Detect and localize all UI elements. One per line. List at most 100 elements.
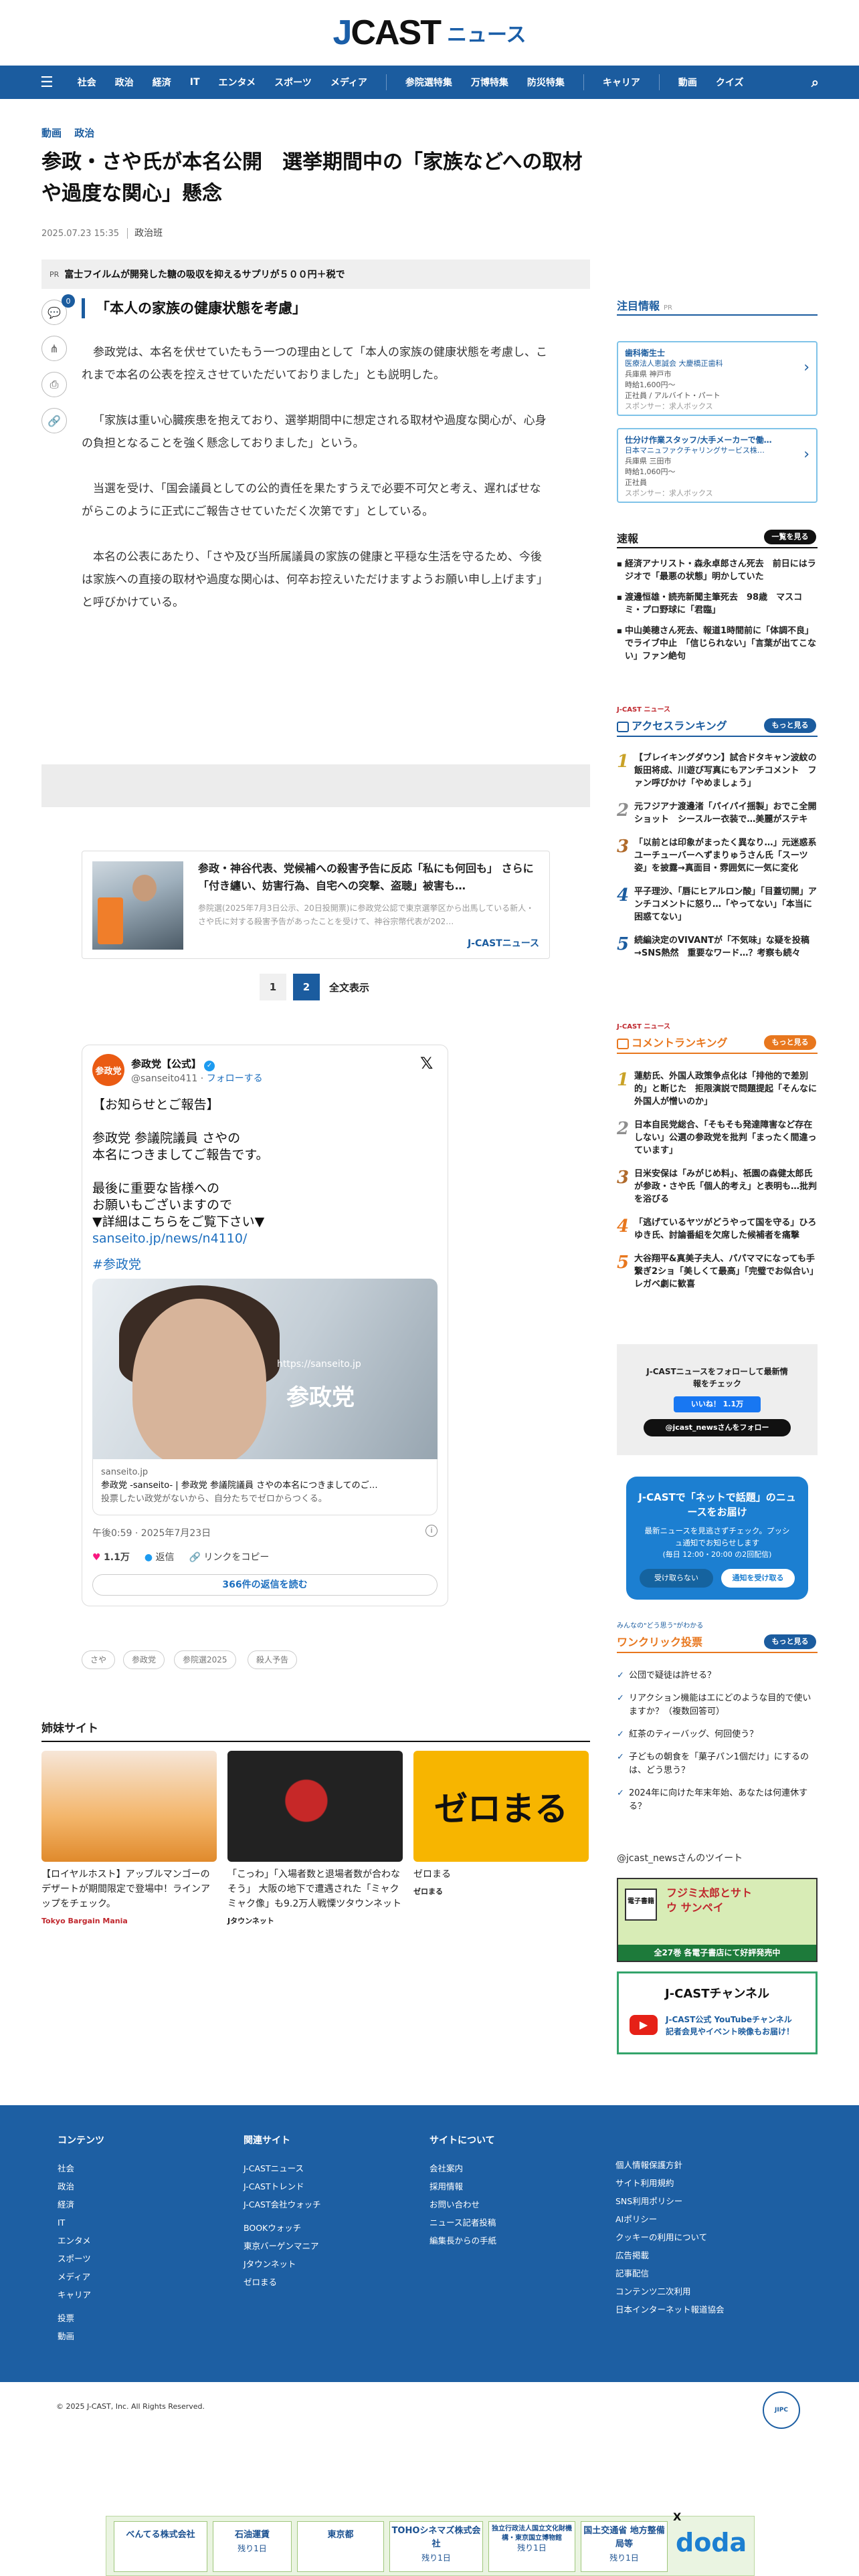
- poll-item[interactable]: 紅茶のティーバッグ、何回使う？: [617, 1728, 818, 1741]
- like-button[interactable]: ♥ 1.1万: [92, 1550, 130, 1564]
- link-icon[interactable]: 🔗: [41, 408, 67, 433]
- footer-link[interactable]: 投票: [58, 2309, 104, 2327]
- ranking-item[interactable]: 2 日本自民党総合、「そもそも発達障害など存在しない」公選の参政党を批判「まったく…: [617, 1119, 818, 1157]
- ad-cell[interactable]: べんてる株式会社: [114, 2521, 207, 2572]
- footer-link[interactable]: クッキーの利用について: [615, 2228, 725, 2246]
- poll-item[interactable]: リアクション機能はエにどのような目的で使いますか？（複数回答可）: [617, 1692, 818, 1719]
- footer-link[interactable]: 日本インターネット報道協会: [615, 2300, 725, 2319]
- tweets-label[interactable]: @jcast_newsさんのツイート: [617, 1851, 743, 1864]
- nav-item[interactable]: 防災特集: [527, 76, 565, 89]
- footer-link[interactable]: AIポリシー: [615, 2210, 725, 2228]
- job-ad[interactable]: 歯科衛生士 医療法人恵誠会 大慶橋正歯科 兵庫県 神戸市 時給1,600円〜 正社員 …: [617, 341, 818, 416]
- ad-cell[interactable]: 東京都: [297, 2521, 384, 2572]
- footer-link[interactable]: 社会: [58, 2159, 104, 2177]
- close-icon[interactable]: X: [673, 2510, 681, 2523]
- tweet-timestamp[interactable]: 午後0:59 · 2025年7月23日: [92, 1526, 211, 1539]
- footer-link[interactable]: キャリア: [58, 2286, 104, 2304]
- nav-item[interactable]: クイズ: [716, 76, 744, 89]
- footer-link[interactable]: 動画: [58, 2327, 104, 2345]
- footer-link[interactable]: ニュース記者投稿: [430, 2214, 496, 2232]
- share-icon[interactable]: ⋔: [41, 336, 67, 361]
- footer-link[interactable]: 広告掲載: [615, 2246, 725, 2264]
- reply-button[interactable]: ● 返信: [145, 1550, 175, 1564]
- ranking-item[interactable]: 3 「以前とは印象がまったく異なり…」元迷惑系ユーチューバーへずまりゅうさん氏「ス…: [617, 837, 818, 875]
- footer-link[interactable]: 個人情報保護方針: [615, 2156, 725, 2174]
- nav-item[interactable]: キャリア: [603, 76, 640, 89]
- tweet-avatar[interactable]: 参政党: [92, 1054, 124, 1086]
- tag[interactable]: 殺人予告: [248, 1650, 298, 1669]
- facebook-like-button[interactable]: いいね！ 1.1万: [674, 1396, 761, 1412]
- footer-link[interactable]: 経済: [58, 2195, 104, 2214]
- poll-item[interactable]: 2024年に向けた年末年始、あなたは何連休する？: [617, 1787, 818, 1814]
- ranking-item[interactable]: 5 大谷翔平&真美子夫人、パパママになっても手繋ぎ2ショ「美しくて最高」「完璧でお…: [617, 1253, 818, 1291]
- ad-cell[interactable]: TOHOシネマズ株式会社 残り1日: [389, 2521, 483, 2572]
- flash-item[interactable]: 中山美穂さん死去、報道1時間前に「体調不良」でライブ中止 「信じられない」「言葉…: [617, 625, 818, 663]
- push-decline-button[interactable]: 受け取らない: [640, 1569, 713, 1588]
- tag[interactable]: 参院選2025: [174, 1650, 236, 1669]
- category-link[interactable]: 動画: [41, 127, 62, 139]
- footer-link[interactable]: サイト利用規約: [615, 2174, 725, 2192]
- tweet-image[interactable]: https://sanseito.jp 参政党: [92, 1279, 438, 1459]
- x-follow-button[interactable]: @jcast_newsさんをフォロー: [644, 1419, 791, 1436]
- youtube-banner[interactable]: J-CASTチャンネル ▶ J-CAST公式 YouTubeチャンネル 記者会見や…: [617, 1971, 818, 2054]
- footer-link[interactable]: お問い合わせ: [430, 2195, 496, 2214]
- info-icon[interactable]: i: [425, 1525, 438, 1537]
- footer-link[interactable]: 採用情報: [430, 2177, 496, 2195]
- ad-cell[interactable]: 独立行政法人国立文化財機構・東京国立博物館 残り1日: [488, 2521, 575, 2572]
- footer-link[interactable]: スポーツ: [58, 2250, 104, 2268]
- print-icon[interactable]: ⎙: [41, 372, 67, 397]
- footer-link[interactable]: ゼロまる: [244, 2273, 321, 2291]
- sister-item[interactable]: 「こっわ」「入場者数と退場者数が合わなそう」 大阪の地下で遭遇された「ミャクミャ…: [227, 1867, 403, 1929]
- nav-item[interactable]: 経済: [153, 76, 171, 89]
- tag[interactable]: 参政党: [123, 1650, 165, 1669]
- sister-item[interactable]: 【ロイヤルホスト】アップルマンゴーのデザートが期間限定で登場中！ラインアップをチ…: [41, 1867, 217, 1929]
- nav-item[interactable]: 動画: [678, 76, 697, 89]
- tweet-hashtag[interactable]: #参政党: [92, 1255, 141, 1273]
- sister-item[interactable]: ゼロまる ゼロまる: [413, 1867, 589, 1899]
- ranking-item[interactable]: 1 【ブレイキングダウン】試合ドタキャン波紋の飯田将成、川遊び写真にもアンチコメン…: [617, 752, 818, 790]
- ranking-item[interactable]: 1 蓮舫氏、外国人政策争点化は「排他的で差別的」と断じた 拒限演説で問題提起「そん…: [617, 1070, 818, 1108]
- flash-item[interactable]: 渡邊恒雄・読売新聞主筆死去 98歳 マスコミ・プロ野球に「君臨」: [617, 591, 818, 617]
- x-logo-icon[interactable]: 𝕏: [420, 1054, 433, 1073]
- ranking-item[interactable]: 5 続編決定のVIVANTが「不気味」な疑を投稿→SNS熱然 重要なワード…？考察…: [617, 934, 818, 960]
- footer-link[interactable]: 会社案内: [430, 2159, 496, 2177]
- nav-item[interactable]: メディア: [330, 76, 367, 89]
- footer-link[interactable]: 東京バーゲンマニア: [244, 2237, 321, 2255]
- nav-item[interactable]: 社会: [78, 76, 96, 89]
- tag[interactable]: さや: [82, 1650, 116, 1669]
- related-article-title[interactable]: 参政・神谷代表、党候補への殺害予告に反応「私にも何回も」 さらに「付き纏い、妨害…: [198, 860, 539, 895]
- tweet-follow-link[interactable]: フォローする: [207, 1073, 263, 1084]
- footer-link[interactable]: SNS利用ポリシー: [615, 2192, 725, 2210]
- footer-link[interactable]: エンタメ: [58, 2232, 104, 2250]
- menu-icon[interactable]: ☰: [40, 74, 54, 91]
- ranking-item[interactable]: 3 日米安保は「みがじめ料」、祇園の森健太郎氏が参政・さや氏「個人的考え」と表明も…: [617, 1168, 818, 1206]
- footer-link[interactable]: 編集長からの手紙: [430, 2232, 496, 2250]
- tweet-link[interactable]: sanseito.jp/news/n4110/: [92, 1230, 434, 1247]
- show-all-link[interactable]: 全文表示: [329, 980, 369, 994]
- page-2-button[interactable]: 2: [293, 974, 320, 1000]
- poll-more-button[interactable]: もっと見る: [764, 1634, 816, 1649]
- footer-link[interactable]: IT: [58, 2214, 104, 2232]
- category-link[interactable]: 政治: [74, 127, 94, 139]
- ad-cell[interactable]: 石油運賃 残り1日: [213, 2521, 292, 2572]
- comment-more-button[interactable]: もっと見る: [764, 1035, 816, 1050]
- footer-link[interactable]: 記事配信: [615, 2264, 725, 2282]
- flash-item[interactable]: 経済アナリスト・森永卓郎さん死去 前日にはラジオで「最悪の状態」明かしていた: [617, 558, 818, 583]
- sister-image[interactable]: [41, 1751, 217, 1862]
- ad-cell[interactable]: 国土交通省 地方整備局等 残り1日: [581, 2521, 668, 2572]
- site-logo[interactable]: JCAST ニュース: [0, 0, 859, 66]
- nav-item[interactable]: スポーツ: [274, 76, 312, 89]
- footer-link[interactable]: J-CASTトレンド: [244, 2177, 321, 2195]
- flash-more-button[interactable]: 一覧を見る: [764, 530, 816, 544]
- nav-item[interactable]: IT: [190, 77, 200, 88]
- nav-item[interactable]: 参院選特集: [405, 76, 452, 89]
- job-ad[interactable]: 仕分け作業スタッフ/大手メーカーで働… 日本マニュファクチャリングサービス株… 兵…: [617, 428, 818, 503]
- read-replies-button[interactable]: 366件の返信を読む: [92, 1574, 438, 1596]
- poll-item[interactable]: 公団で疑徒は許せる？: [617, 1669, 818, 1683]
- access-more-button[interactable]: もっと見る: [764, 718, 816, 733]
- sister-image[interactable]: [227, 1751, 403, 1862]
- copy-link-button[interactable]: 🔗 リンクをコピー: [189, 1550, 270, 1564]
- footer-link[interactable]: J-CASTニュース: [244, 2159, 321, 2177]
- tweet-author[interactable]: 参政党【公式】 ✓: [131, 1057, 215, 1071]
- search-icon[interactable]: ⌕: [812, 74, 819, 90]
